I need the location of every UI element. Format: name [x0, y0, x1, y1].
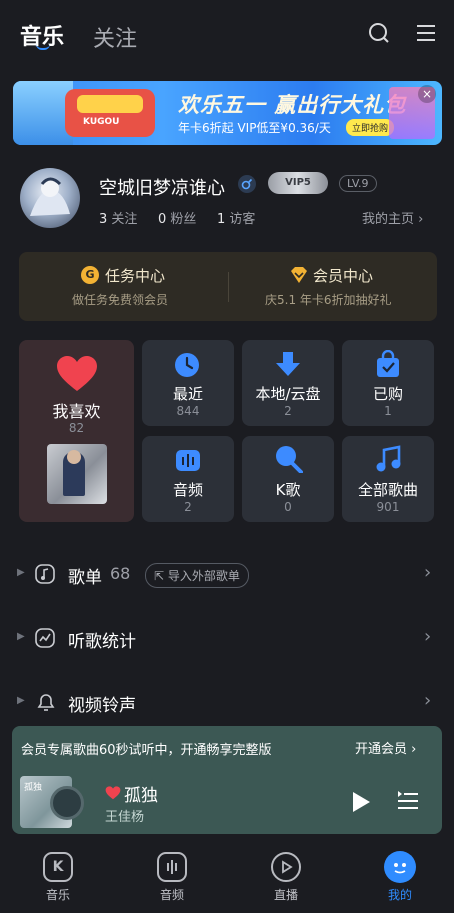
karaoke-count: 0	[284, 500, 292, 514]
playlist-title: 歌单	[68, 568, 102, 588]
video-ringtone-title: 视频铃声	[68, 696, 136, 716]
audio-count: 2	[184, 500, 192, 514]
vinyl-disc	[50, 786, 84, 820]
vip-badge[interactable]: VIP5	[268, 172, 328, 194]
play-icon[interactable]	[351, 791, 371, 813]
all-songs-tile[interactable]: 全部歌曲 901	[342, 436, 434, 522]
listening-stats-title: 听歌统计	[68, 632, 136, 652]
expand-triangle-icon: ▶	[17, 567, 25, 578]
expand-triangle-icon: ▶	[17, 695, 25, 706]
homepage-link[interactable]: 我的主页 ›	[362, 208, 423, 227]
task-center[interactable]: G 任务中心 做任务免费领会员	[19, 252, 228, 321]
vip-center-title: 会员中心	[313, 267, 374, 285]
tab-follow[interactable]: 关注	[93, 21, 137, 53]
local-cloud-count: 2	[284, 404, 292, 418]
task-center-title: 任务中心	[105, 267, 166, 285]
banner-subtitle: 年卡6折起 VIP低至¥0.36/天	[178, 121, 331, 135]
playlist-count: 68	[110, 564, 131, 583]
chevron-right-icon: ›	[424, 626, 432, 647]
chevron-right-icon: ›	[418, 212, 424, 227]
playlist-icon	[35, 564, 55, 584]
banner-car-image: KUGOU	[65, 89, 155, 137]
local-cloud-label: 本地/云盘	[255, 385, 321, 403]
live-play-icon	[271, 852, 301, 882]
vip-trial-notice: 会员专属歌曲60秒试听中，开通畅享完整版	[21, 743, 272, 758]
heart-icon[interactable]	[105, 785, 121, 800]
local-cloud-tile[interactable]: 本地/云盘 2	[242, 340, 334, 426]
music-note-icon	[375, 445, 401, 473]
nav-mine[interactable]: 我的	[370, 850, 430, 910]
purchased-label: 已购	[372, 385, 403, 403]
recent-label: 最近	[172, 385, 203, 403]
all-songs-count: 901	[376, 500, 400, 514]
menu-icon[interactable]	[415, 22, 437, 44]
task-coin-icon: G	[81, 266, 99, 284]
vip-center[interactable]: 会员中心 庆5.1 年卡6折加抽好礼	[229, 252, 437, 321]
song-cover-image[interactable]: 孤独	[20, 776, 84, 828]
level-badge: LV.9	[339, 175, 377, 192]
vip-center-subtitle: 庆5.1 年卡6折加抽好礼	[265, 293, 392, 307]
karaoke-tile[interactable]: K歌 0	[242, 436, 334, 522]
import-icon: ⇱	[154, 569, 165, 583]
banner-buy-button[interactable]: 立即抢购	[346, 119, 395, 136]
clock-icon	[174, 352, 200, 378]
all-songs-label: 全部歌曲	[357, 481, 418, 499]
stat-visitors[interactable]: 1 访客	[217, 208, 255, 227]
stat-following[interactable]: 3 关注	[99, 208, 137, 227]
chevron-right-icon: ›	[411, 742, 417, 757]
audio-label: 音频	[172, 481, 203, 499]
expand-triangle-icon: ▶	[17, 631, 25, 642]
nav-audio[interactable]: 音频	[142, 850, 202, 910]
search-icon[interactable]	[367, 21, 391, 45]
mini-player[interactable]: 会员专属歌曲60秒试听中，开通畅享完整版 开通会员 › 孤独 孤独 王佳杨	[12, 726, 442, 834]
k-music-icon: K	[43, 852, 73, 882]
purchased-bag-icon	[375, 349, 401, 378]
close-icon[interactable]: ×	[418, 85, 436, 103]
recent-count: 844	[176, 404, 200, 418]
listening-stats-row[interactable]: ▶ 听歌统计 ›	[0, 620, 454, 656]
banner-buildings	[13, 81, 73, 145]
audio-tile[interactable]: 音频 2	[142, 436, 234, 522]
import-external-playlist-button[interactable]: ⇱ 导入外部歌单	[145, 563, 249, 588]
video-ringtone-row[interactable]: ▶ 视频铃声 ›	[0, 684, 454, 720]
favorites-count: 82	[68, 421, 85, 435]
audio-wave-icon	[175, 447, 201, 473]
chevron-right-icon: ›	[424, 562, 432, 583]
nav-music[interactable]: K 音乐	[28, 850, 88, 910]
vip-diamond-icon	[289, 266, 309, 284]
nav-live[interactable]: 直播	[256, 850, 316, 910]
song-title: 孤独	[124, 786, 158, 806]
promo-banner[interactable]: KUGOU 欢乐五一 赢出行大礼包 年卡6折起 VIP低至¥0.36/天 立即抢…	[13, 81, 442, 145]
chevron-right-icon: ›	[424, 690, 432, 711]
purchased-tile[interactable]: 已购 1	[342, 340, 434, 426]
task-center-subtitle: 做任务免费领会员	[72, 293, 169, 307]
playlist-queue-icon[interactable]	[397, 791, 419, 811]
mine-face-icon	[384, 851, 416, 883]
download-arrow-icon	[274, 350, 302, 378]
username[interactable]: 空城旧梦凉谁心	[99, 174, 225, 200]
favorites-cover-image	[47, 444, 107, 504]
song-artist: 王佳杨	[105, 810, 145, 825]
purchased-count: 1	[384, 404, 392, 418]
karaoke-label: K歌	[275, 481, 301, 499]
banner-title: 欢乐五一 赢出行大礼包	[178, 93, 407, 117]
recent-tile[interactable]: 最近 844	[142, 340, 234, 426]
centers-card: G 任务中心 做任务免费领会员 会员中心 庆5.1 年卡6折加抽好礼	[19, 252, 437, 321]
favorites-label: 我喜欢	[52, 402, 101, 421]
bell-icon	[35, 691, 57, 713]
bottom-nav: K 音乐 音频 直播 我的	[0, 842, 454, 913]
gender-male-icon	[238, 175, 256, 193]
playlist-row[interactable]: ▶ 歌单 68 ⇱ 导入外部歌单 ›	[0, 556, 454, 592]
stat-fans[interactable]: 0 粉丝	[158, 208, 196, 227]
avatar[interactable]	[20, 168, 80, 228]
heart-icon	[56, 355, 98, 393]
audio-icon	[157, 852, 187, 882]
favorites-tile[interactable]: 我喜欢 82	[19, 340, 134, 522]
microphone-icon	[275, 445, 303, 474]
open-vip-link[interactable]: 开通会员 ›	[355, 738, 416, 757]
stats-line-icon	[35, 628, 55, 648]
